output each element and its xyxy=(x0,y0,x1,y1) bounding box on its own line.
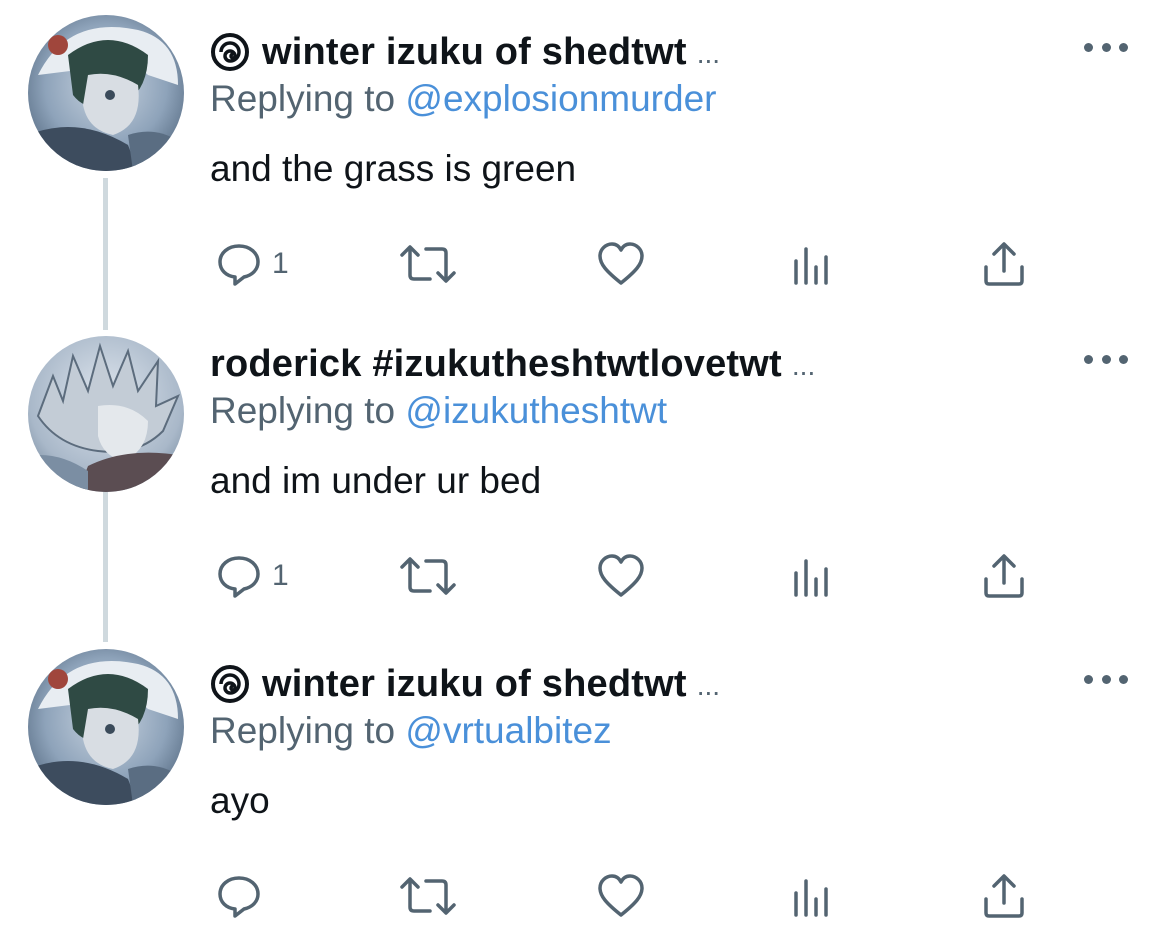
author-name[interactable]: winter izuku of shedtwt xyxy=(262,31,687,74)
author-name[interactable]: winter izuku of shedtwt xyxy=(262,663,687,706)
author-name[interactable]: roderick #izukutheshtwtlovetwt xyxy=(210,343,782,386)
reply-icon xyxy=(218,556,260,598)
mention-link[interactable]: @izukutheshtwt xyxy=(405,390,667,431)
retweet-button[interactable] xyxy=(398,868,458,924)
more-icon[interactable] xyxy=(1084,669,1128,689)
like-button[interactable] xyxy=(596,236,646,292)
views-button[interactable] xyxy=(792,236,832,292)
views-icon xyxy=(794,247,828,285)
heart-icon xyxy=(598,874,644,917)
avatar[interactable] xyxy=(28,15,184,171)
reply-count: 1 xyxy=(272,247,289,280)
izuku-avatar-image xyxy=(28,649,184,805)
tweet[interactable]: winter izuku of shedtwt ... Replying to … xyxy=(0,632,1170,937)
name-ellipsis: ... xyxy=(791,350,816,381)
like-button[interactable] xyxy=(596,548,646,604)
action-bar xyxy=(0,868,1170,928)
avatar[interactable] xyxy=(28,336,184,492)
reply-icon xyxy=(218,876,260,918)
mention-link[interactable]: @vrtualbitez xyxy=(405,710,611,751)
replying-to: Replying to @vrtualbitez xyxy=(210,710,612,752)
retweet-icon xyxy=(400,557,456,595)
tweet-header: winter izuku of shedtwt ... xyxy=(210,27,720,77)
replying-prefix: Replying to xyxy=(210,78,396,119)
izuku-avatar-image xyxy=(28,15,184,171)
share-button[interactable] xyxy=(982,548,1026,604)
tweet-text: and im under ur bed xyxy=(210,460,542,501)
views-button[interactable] xyxy=(792,548,832,604)
reply-button[interactable]: 1 xyxy=(214,236,289,292)
cyclone-emoji-icon xyxy=(211,33,249,71)
action-bar: 1 xyxy=(0,548,1170,608)
share-button[interactable] xyxy=(982,236,1026,292)
reply-count: 1 xyxy=(272,559,289,592)
tweet-header: winter izuku of shedtwt ... xyxy=(210,659,720,709)
heart-icon xyxy=(598,242,644,285)
action-bar: 1 xyxy=(0,236,1170,296)
name-ellipsis: ... xyxy=(696,670,721,701)
name-ellipsis: ... xyxy=(696,38,721,69)
reply-icon xyxy=(218,244,260,286)
tweet[interactable]: roderick #izukutheshtwtlovetwt ... Reply… xyxy=(0,312,1170,624)
views-icon xyxy=(794,879,828,917)
views-button[interactable] xyxy=(792,868,832,924)
mention-link[interactable]: @explosionmurder xyxy=(405,78,716,119)
cyclone-emoji-icon xyxy=(211,665,249,703)
heart-icon xyxy=(598,554,644,597)
share-icon xyxy=(984,554,1024,598)
reply-button[interactable]: 1 xyxy=(214,548,289,604)
replying-prefix: Replying to xyxy=(210,390,396,431)
replying-to: Replying to @izukutheshtwt xyxy=(210,390,667,432)
retweet-icon xyxy=(400,245,456,283)
tweet[interactable]: winter izuku of shedtwt ... Replying to … xyxy=(0,0,1170,312)
replying-prefix: Replying to xyxy=(210,710,396,751)
share-button[interactable] xyxy=(982,868,1026,924)
views-icon xyxy=(794,559,828,597)
more-icon[interactable] xyxy=(1084,37,1128,57)
retweet-icon xyxy=(400,877,456,915)
reply-button[interactable] xyxy=(214,868,272,924)
replying-to: Replying to @explosionmurder xyxy=(210,78,716,120)
tweet-header: roderick #izukutheshtwtlovetwt ... xyxy=(210,339,815,389)
retweet-button[interactable] xyxy=(398,236,458,292)
avatar[interactable] xyxy=(28,649,184,805)
retweet-button[interactable] xyxy=(398,548,458,604)
tweet-text: ayo xyxy=(210,780,270,821)
bakugo-avatar-image xyxy=(28,336,184,492)
more-icon[interactable] xyxy=(1084,349,1128,369)
tweet-text: and the grass is green xyxy=(210,148,577,189)
share-icon xyxy=(984,242,1024,286)
like-button[interactable] xyxy=(596,868,646,924)
share-icon xyxy=(984,874,1024,918)
